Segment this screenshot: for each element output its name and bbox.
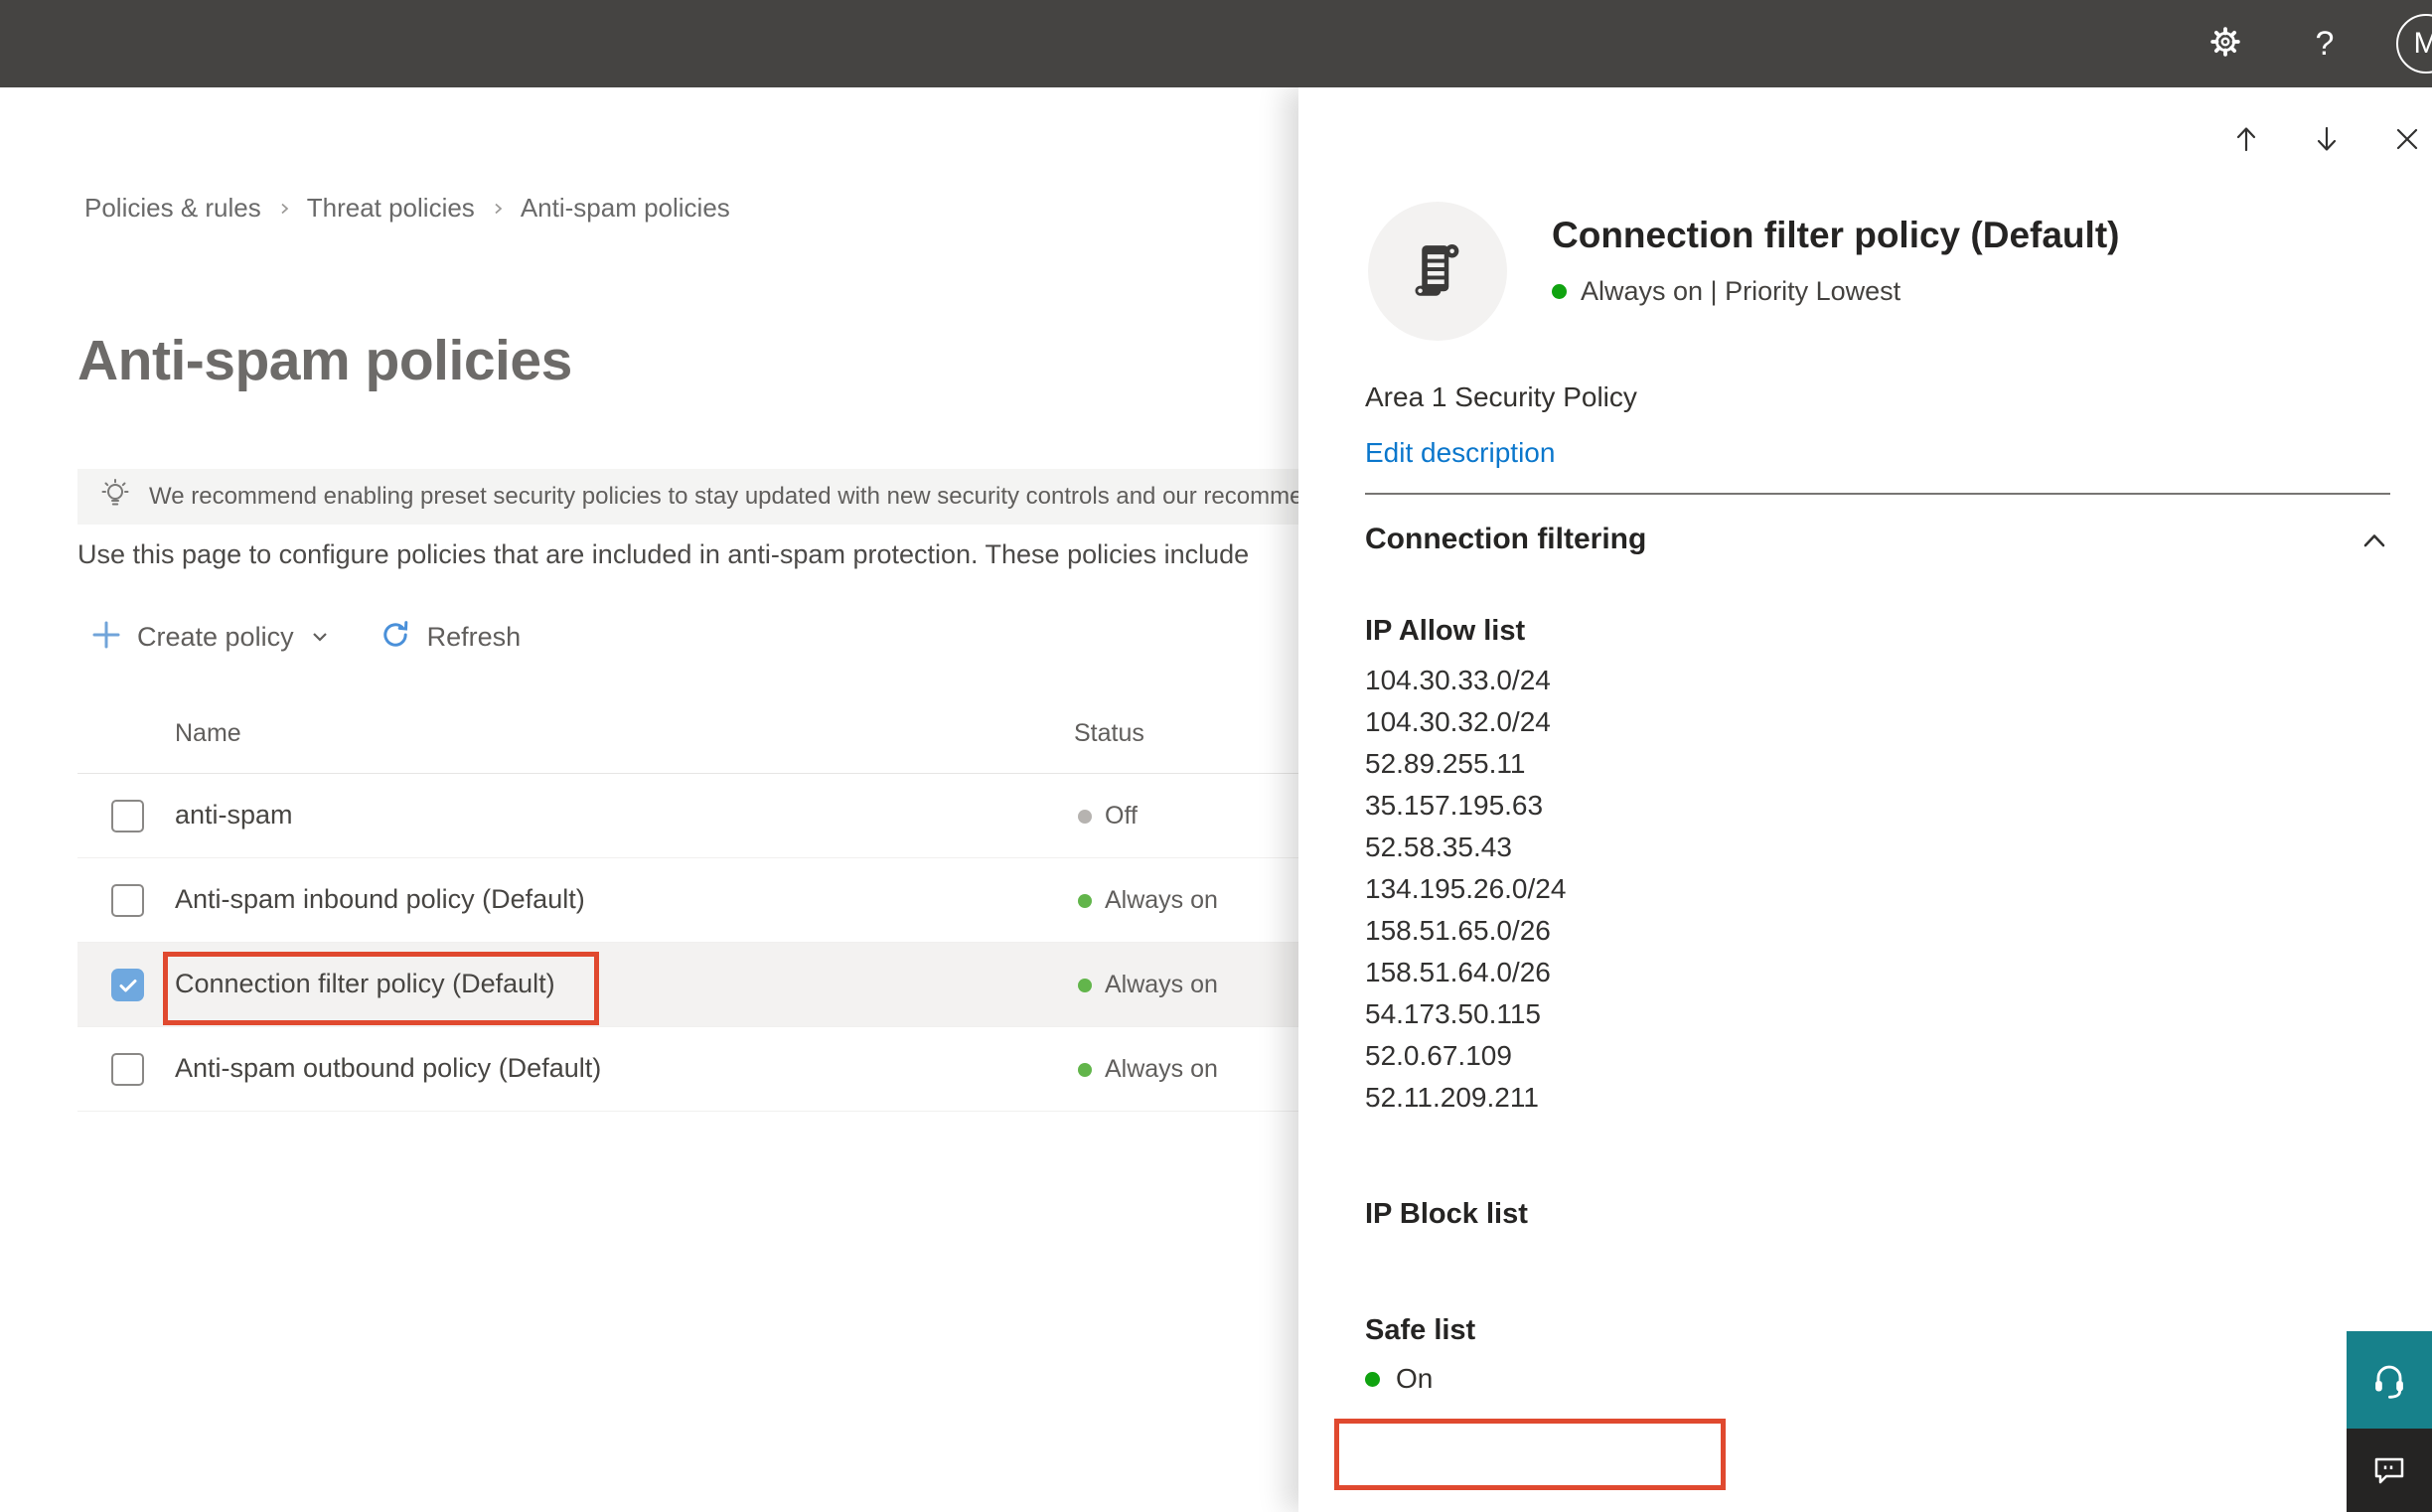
status-label: Always on <box>1105 971 1218 998</box>
row-checkbox-checked[interactable] <box>111 969 144 1001</box>
policy-status: Off <box>1078 774 1138 858</box>
table-row[interactable]: Anti-spam inbound policy (Default) Alway… <box>77 858 1351 943</box>
feedback-bubble-icon <box>2374 1457 2404 1484</box>
status-dot <box>1078 893 1092 908</box>
panel-actions <box>2229 122 2424 156</box>
ip-entry: 52.58.35.43 <box>1365 832 1512 862</box>
refresh-button[interactable]: Refresh <box>380 619 522 656</box>
gear-icon <box>2206 23 2244 66</box>
status-label: Always on <box>1105 1055 1218 1083</box>
table-row-selected[interactable]: Connection filter policy (Default) Alway… <box>77 943 1351 1027</box>
page-description: Use this page to configure policies that… <box>77 539 1250 569</box>
ip-block-list-label: IP Block list <box>1365 1198 1528 1230</box>
panel-status: Always on | Priority Lowest <box>1552 276 1900 307</box>
app-root: ? M Policies & rules Threat policies Ant… <box>0 0 2432 1512</box>
page-title: Anti-spam policies <box>77 329 572 392</box>
policy-status: Always on <box>1078 943 1218 1027</box>
ip-allow-list: 104.30.33.0/24 104.30.32.0/24 52.89.255.… <box>1365 660 1566 1119</box>
column-header-status[interactable]: Status <box>1074 719 1144 748</box>
row-checkbox[interactable] <box>111 884 144 917</box>
breadcrumb-threat-policies[interactable]: Threat policies <box>307 193 475 224</box>
chevron-down-icon <box>308 625 332 654</box>
help-button[interactable]: ? <box>2297 16 2353 72</box>
ip-entry: 52.89.255.11 <box>1365 748 1526 779</box>
banner-text: We recommend enabling preset security po… <box>149 483 1303 510</box>
account-avatar[interactable]: M <box>2396 14 2432 74</box>
safe-list-status: On <box>1365 1363 1433 1395</box>
breadcrumb-policies-rules[interactable]: Policies & rules <box>84 193 261 224</box>
refresh-icon <box>380 619 411 656</box>
policy-status: Always on <box>1078 858 1218 943</box>
ip-entry: 52.11.209.211 <box>1365 1082 1539 1113</box>
safe-list-status-text: On <box>1396 1363 1434 1394</box>
plus-icon <box>91 620 121 655</box>
row-checkbox[interactable] <box>111 800 144 832</box>
status-dot <box>1078 978 1092 992</box>
status-label: Off <box>1105 802 1138 830</box>
list-toolbar: Create policy Refresh <box>91 614 521 660</box>
scroll-icon <box>1415 244 1459 296</box>
arrow-down-icon <box>2317 126 2337 151</box>
policy-description: Area 1 Security Policy <box>1365 381 1637 412</box>
avatar-initial: M <box>2413 27 2432 60</box>
feedback-button[interactable] <box>2347 1429 2432 1512</box>
status-dot <box>1078 809 1092 824</box>
close-panel-button[interactable] <box>2390 122 2424 156</box>
ip-entry: 104.30.33.0/24 <box>1365 665 1551 695</box>
policy-name[interactable]: anti-spam <box>175 800 293 831</box>
arrow-up-icon <box>2236 127 2256 152</box>
ip-entry: 158.51.64.0/26 <box>1365 957 1551 987</box>
policy-status: Always on <box>1078 1027 1218 1112</box>
status-dot <box>1078 1062 1092 1077</box>
status-dot-green <box>1552 284 1567 299</box>
panel-status-text: Always on | Priority Lowest <box>1581 276 1901 306</box>
ip-allow-list-label: IP Allow list <box>1365 615 1526 647</box>
section-connection-filtering: Connection filtering <box>1365 523 1647 555</box>
settings-button[interactable] <box>2198 16 2253 72</box>
chevron-right-icon <box>276 193 292 224</box>
status-label: Always on <box>1105 886 1218 914</box>
chevron-right-icon <box>490 193 506 224</box>
status-dot-green <box>1365 1371 1380 1387</box>
breadcrumb-current-page: Anti-spam policies <box>520 193 730 223</box>
annotation-red-box <box>1334 1419 1726 1490</box>
ip-entry: 35.157.195.63 <box>1365 790 1544 821</box>
policies-table: Name Status anti-spam Off Anti-spam inbo… <box>77 695 1351 1112</box>
column-header-name[interactable]: Name <box>175 719 241 748</box>
check-icon <box>119 979 136 991</box>
support-button[interactable] <box>2347 1331 2432 1429</box>
help-icon: ? <box>2315 24 2335 63</box>
headset-icon <box>2375 1365 2403 1399</box>
lightbulb-icon <box>97 477 133 518</box>
ip-entry: 158.51.65.0/26 <box>1365 915 1551 946</box>
create-policy-label: Create policy <box>137 621 294 652</box>
policy-name[interactable]: Anti-spam inbound policy (Default) <box>175 884 585 915</box>
recommendation-banner: We recommend enabling preset security po… <box>77 469 1351 525</box>
next-item-button[interactable] <box>2310 122 2344 156</box>
ip-entry: 52.0.67.109 <box>1365 1040 1512 1071</box>
policy-name[interactable]: Anti-spam outbound policy (Default) <box>175 1053 601 1084</box>
breadcrumb: Policies & rules Threat policies Anti-sp… <box>84 193 730 224</box>
policy-name[interactable]: Connection filter policy (Default) <box>175 969 555 999</box>
topbar: ? M <box>0 0 2432 87</box>
table-row[interactable]: anti-spam Off <box>77 774 1351 858</box>
edit-description-link[interactable]: Edit description <box>1365 437 1555 469</box>
ip-entry: 54.173.50.115 <box>1365 998 1541 1029</box>
create-policy-button[interactable]: Create policy <box>91 620 332 655</box>
safe-list-label: Safe list <box>1365 1314 1476 1346</box>
previous-item-button[interactable] <box>2229 122 2263 156</box>
topbar-actions: ? M <box>2198 0 2432 87</box>
table-header: Name Status <box>77 695 1351 774</box>
ip-entry: 134.195.26.0/24 <box>1365 873 1567 904</box>
ip-entry: 104.30.32.0/24 <box>1365 706 1551 737</box>
refresh-label: Refresh <box>426 621 522 652</box>
close-icon <box>2396 128 2418 150</box>
details-panel: Connection filter policy (Default) Alway… <box>1298 87 2432 1512</box>
table-row[interactable]: Anti-spam outbound policy (Default) Alwa… <box>77 1027 1351 1112</box>
row-checkbox[interactable] <box>111 1053 144 1086</box>
panel-title: Connection filter policy (Default) <box>1552 215 2120 255</box>
chevron-up-icon[interactable] <box>2357 525 2391 563</box>
policy-avatar <box>1368 202 1507 341</box>
divider <box>1365 493 2390 495</box>
